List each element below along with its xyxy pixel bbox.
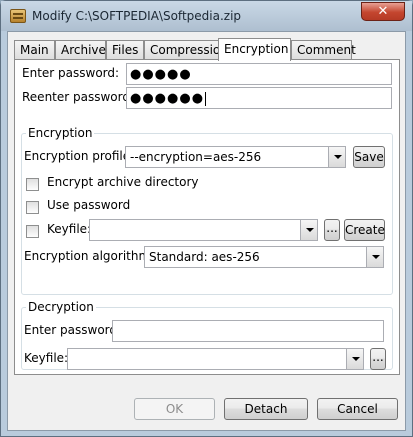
encrypt-directory-checkbox[interactable] <box>26 178 39 191</box>
tab-label: Main <box>20 43 49 57</box>
tab-label: Comment <box>297 43 356 57</box>
chevron-down-icon[interactable] <box>366 247 383 267</box>
create-keyfile-button[interactable]: Create <box>344 219 385 241</box>
close-icon: ✕ <box>377 4 389 19</box>
use-password-label: Use password <box>47 198 131 212</box>
detach-label: Detach <box>244 402 288 416</box>
encryption-algorithm-label: Encryption algorithm: <box>24 249 155 263</box>
decryption-keyfile-label: Keyfile: <box>24 351 69 365</box>
tab-compression[interactable]: Compression <box>144 40 228 60</box>
encryption-tab-panel: Enter password: ●●●●● Reenter password: … <box>14 59 400 375</box>
ok-label: OK <box>165 402 184 416</box>
encryption-algorithm-value: Standard: aes-256 <box>149 250 260 264</box>
encryption-profile-label: Encryption profile: <box>24 149 135 163</box>
browse-label: ... <box>326 221 338 235</box>
decryption-keyfile-browse-button[interactable]: ... <box>370 348 386 370</box>
decryption-password-field[interactable] <box>112 320 384 342</box>
tab-label: Encryption <box>224 42 289 56</box>
tab-files[interactable]: Files <box>106 40 144 60</box>
cancel-button[interactable]: Cancel <box>317 398 398 420</box>
enter-password-label: Enter password: <box>22 66 120 80</box>
password-mask: ●●●●●● <box>130 91 205 106</box>
chevron-down-icon[interactable] <box>328 147 345 167</box>
tab-label: Archive <box>61 43 106 57</box>
reenter-password-label: Reenter password: <box>22 90 135 104</box>
encryption-group-title: Encryption <box>26 126 95 140</box>
detach-button[interactable]: Detach <box>224 398 308 420</box>
reenter-password-field[interactable]: ●●●●●● <box>126 87 392 109</box>
archive-app-icon <box>10 9 26 23</box>
keyfile-checkbox[interactable] <box>26 225 39 238</box>
save-label: Save <box>354 150 384 164</box>
decryption-password-label: Enter password: <box>24 323 122 337</box>
save-profile-button[interactable]: Save <box>353 146 385 168</box>
encryption-profile-select[interactable]: --encryption=aes-256 <box>125 146 346 168</box>
decryption-group: Decryption Enter password: Keyfile: ... <box>21 300 393 370</box>
tab-main[interactable]: Main <box>14 40 55 60</box>
encrypt-directory-label: Encrypt archive directory <box>47 175 199 189</box>
use-password-checkbox[interactable] <box>26 201 39 214</box>
decryption-keyfile-select[interactable] <box>67 348 364 370</box>
decryption-group-title: Decryption <box>26 300 96 314</box>
cancel-label: Cancel <box>337 402 378 416</box>
window-title: Modify C:\SOFTPEDIA\Softpedia.zip <box>32 9 242 23</box>
enter-password-field[interactable]: ●●●●● <box>126 63 392 85</box>
encryption-group: Encryption Encryption profile: --encrypt… <box>21 126 393 295</box>
tab-encryption[interactable]: Encryption <box>218 38 291 61</box>
close-button[interactable]: ✕ <box>361 2 405 21</box>
ok-button[interactable]: OK <box>134 398 215 420</box>
keyfile-label: Keyfile: <box>47 222 92 236</box>
password-mask: ●●●●● <box>130 67 192 82</box>
keyfile-select[interactable] <box>89 219 318 241</box>
chevron-down-icon[interactable] <box>300 220 317 240</box>
keyfile-browse-button[interactable]: ... <box>324 219 340 241</box>
browse-label: ... <box>372 350 384 364</box>
tab-label: Files <box>112 43 139 57</box>
encryption-algorithm-select[interactable]: Standard: aes-256 <box>144 246 384 268</box>
tab-archive[interactable]: Archive <box>55 40 106 60</box>
create-label: Create <box>345 223 385 237</box>
dialog-client-area: Main Archive Files Compression Encryptio… <box>7 31 406 431</box>
title-bar[interactable]: Modify C:\SOFTPEDIA\Softpedia.zip ✕ <box>1 1 412 31</box>
chevron-down-icon[interactable] <box>346 349 363 369</box>
encryption-profile-value: --encryption=aes-256 <box>130 150 262 164</box>
dialog-window: Modify C:\SOFTPEDIA\Softpedia.zip ✕ Main… <box>0 0 413 437</box>
text-caret <box>205 91 207 106</box>
tab-comment[interactable]: Comment <box>291 40 356 60</box>
tab-label: Compression <box>150 43 228 57</box>
